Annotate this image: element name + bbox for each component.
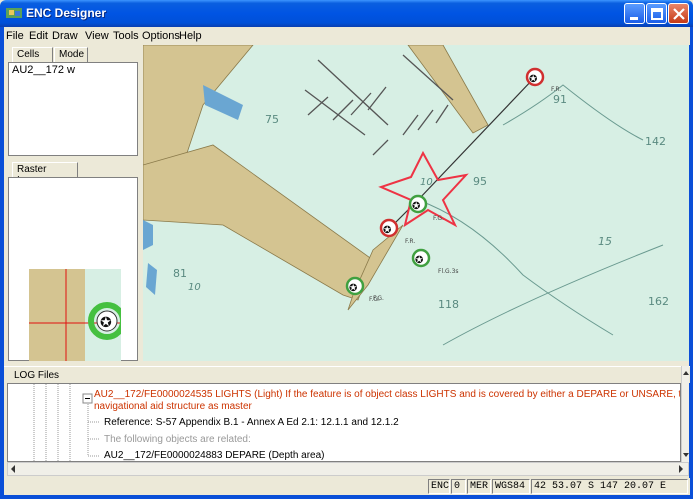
- log-vertical-scrollbar[interactable]: [681, 366, 689, 462]
- raster-panel: ✪: [8, 177, 138, 361]
- title-bar: ENC Designer: [0, 0, 693, 27]
- chart-view[interactable]: ✪ ✪ ✪ ✪ ✪ 75 91 95 10 142 15 81 10 118 1…: [143, 45, 689, 361]
- sounding: 10: [188, 282, 201, 293]
- light-label: F.R.: [551, 86, 561, 93]
- log-error-line[interactable]: AU2__172/FE0000024535 LIGHTS (Light) If …: [94, 389, 680, 400]
- svg-text:✪: ✪: [349, 283, 357, 294]
- menu-help[interactable]: Help: [179, 30, 202, 42]
- svg-text:✪: ✪: [412, 201, 420, 212]
- status-datum: WGS84: [492, 479, 530, 494]
- log-error-line-cont: navigational aid structure as master: [94, 401, 252, 412]
- cells-list: AU2__172 w: [8, 62, 138, 156]
- overview-map[interactable]: ✪: [29, 269, 121, 361]
- log-related-object[interactable]: AU2__172/FE0000024883 DEPARE (Depth area…: [104, 450, 325, 461]
- sounding: 91: [553, 93, 567, 106]
- close-icon: [673, 8, 685, 20]
- light-label: Fl.G.3s: [438, 268, 459, 275]
- menu-draw[interactable]: Draw: [52, 30, 78, 42]
- menu-file[interactable]: File: [6, 30, 24, 42]
- sounding: 118: [438, 298, 459, 311]
- sounding: 162: [648, 295, 669, 308]
- minimize-icon: [630, 17, 638, 20]
- svg-text:✪: ✪: [100, 315, 112, 331]
- close-button[interactable]: [668, 3, 689, 24]
- menu-view[interactable]: View: [85, 30, 109, 42]
- status-coordinates: 42 53.07 S 147 20.07 E: [531, 479, 688, 494]
- sounding: 75: [265, 113, 279, 126]
- light-red-west[interactable]: ✪: [379, 218, 399, 238]
- scroll-arrows-icon: [683, 371, 689, 457]
- status-count: 0: [451, 479, 466, 494]
- status-projection: MER: [467, 479, 491, 494]
- menu-options[interactable]: Options: [142, 30, 180, 42]
- svg-text:✪: ✪: [383, 225, 391, 236]
- menu-bar: File Edit Draw View Tools Options Help: [4, 27, 690, 45]
- maximize-button[interactable]: [646, 3, 667, 24]
- light-green-center[interactable]: ✪: [408, 194, 428, 214]
- svg-text:✪: ✪: [415, 255, 423, 266]
- menu-edit[interactable]: Edit: [29, 30, 48, 42]
- light-label: F.G.: [433, 215, 444, 222]
- cell-item[interactable]: AU2__172 w: [12, 64, 75, 76]
- tab-raster-images[interactable]: Raster Images: [12, 162, 78, 186]
- sounding: 81: [173, 267, 187, 280]
- hscroll-arrows-icon: [11, 465, 683, 473]
- tree-lines: [33, 384, 100, 461]
- sounding: 15: [598, 235, 612, 248]
- light-label: F.G.: [373, 295, 384, 302]
- light-green-south[interactable]: ✪: [411, 248, 431, 268]
- maximize-icon: [651, 8, 663, 20]
- window-frame-left: [0, 27, 4, 499]
- log-reference[interactable]: Reference: S-57 Appendix B.1 - Annex A E…: [104, 417, 399, 428]
- log-tree: AU2__172/FE0000024535 LIGHTS (Light) If …: [7, 383, 681, 462]
- minimize-button[interactable]: [624, 3, 645, 24]
- tab-mode[interactable]: Mode: [54, 47, 88, 62]
- log-panel-title: LOG Files: [4, 366, 690, 383]
- light-red-north[interactable]: ✪: [525, 67, 545, 87]
- tab-cells[interactable]: Cells: [12, 47, 53, 62]
- menu-tools[interactable]: Tools: [113, 30, 139, 42]
- window-title: ENC Designer: [26, 6, 107, 20]
- svg-text:✪: ✪: [529, 74, 537, 85]
- sounding: 142: [645, 135, 666, 148]
- light-green-southwest[interactable]: ✪: [345, 276, 365, 296]
- status-mode: ENC: [428, 479, 450, 494]
- log-related-header: The following objects are related:: [104, 434, 251, 445]
- light-label: F.R.: [405, 238, 415, 245]
- sounding: 10: [420, 177, 433, 188]
- sounding: 95: [473, 175, 487, 188]
- status-bar: ENC 0 MER WGS84 42 53.07 S 147 20.07 E: [4, 478, 690, 495]
- window-frame-bottom: [0, 495, 693, 499]
- log-horizontal-scrollbar[interactable]: [7, 462, 689, 476]
- app-icon: [6, 8, 22, 18]
